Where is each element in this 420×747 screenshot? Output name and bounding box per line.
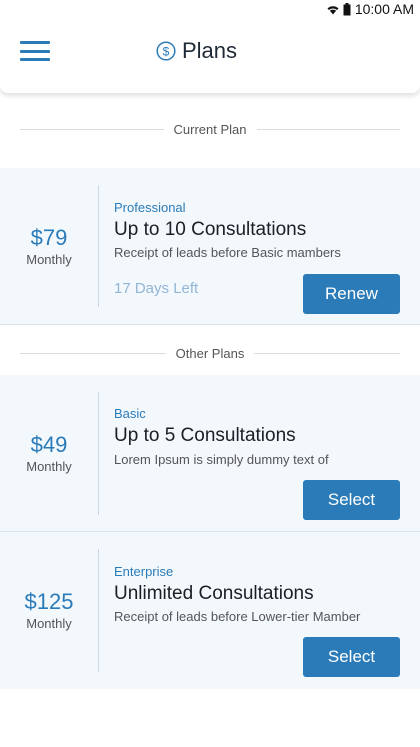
status-bar: 10:00 AM — [0, 0, 420, 18]
status-time: 10:00 AM — [354, 1, 414, 17]
wifi-icon — [327, 5, 339, 14]
current-plan-card: $79 Monthly Professional Up to 10 Consul… — [0, 168, 420, 325]
plan-name: Unlimited Consultations — [114, 583, 314, 604]
current-plan-divider: Current Plan — [20, 122, 401, 137]
price-value: $125 — [24, 589, 74, 614]
renew-button[interactable]: Renew — [303, 274, 400, 314]
dollar-icon: $ — [156, 41, 176, 61]
price-value: $49 — [30, 431, 68, 457]
price-period: Monthly — [26, 458, 72, 474]
select-button-basic[interactable]: Select — [303, 480, 400, 520]
current-plan-heading: Current Plan — [173, 122, 247, 137]
svg-text:$: $ — [163, 45, 170, 59]
plan-tier: Professional — [114, 200, 186, 215]
plan-tier: Basic — [114, 406, 146, 421]
plan-price: $125 Monthly — [0, 532, 98, 689]
plan-name: Up to 5 Consultations — [114, 425, 296, 446]
plan-description: Receipt of leads before Lower-tier Mambe… — [114, 609, 361, 624]
plan-price: $49 Monthly — [0, 375, 98, 531]
app-header: $ Plans — [0, 18, 420, 93]
price-period: Monthly — [26, 251, 72, 267]
card-divider — [98, 392, 99, 515]
card-divider — [98, 549, 99, 672]
battery-icon — [343, 2, 351, 15]
price-value: $79 — [30, 224, 68, 250]
plan-name: Up to 10 Consultations — [114, 219, 307, 240]
card-divider — [98, 185, 99, 307]
plan-price: $79 Monthly — [0, 168, 98, 324]
page-title-text: Plans — [182, 38, 238, 63]
days-left: 17 Days Left — [114, 280, 199, 297]
plan-description: Lorem Ipsum is simply dummy text of — [114, 452, 329, 467]
other-plans-divider: Other Plans — [20, 346, 400, 361]
plan-card-basic: $49 Monthly Basic Up to 5 Consultations … — [0, 375, 420, 532]
plan-description: Receipt of leads before Basic mambers — [114, 245, 341, 260]
menu-icon[interactable] — [20, 41, 50, 61]
plan-card-enterprise: $125 Monthly Enterprise Unlimited Consul… — [0, 532, 420, 689]
page-title: $ Plans — [156, 38, 237, 64]
price-period: Monthly — [26, 616, 72, 631]
plan-tier: Enterprise — [114, 564, 174, 579]
other-plans-heading: Other Plans — [175, 346, 245, 361]
select-button-enterprise[interactable]: Select — [303, 637, 400, 677]
